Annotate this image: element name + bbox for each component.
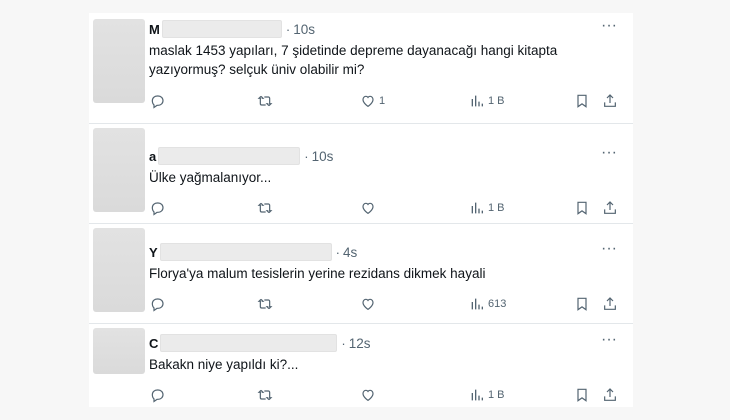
share-icon — [604, 297, 616, 310]
retweet-icon — [257, 95, 273, 107]
tweet-text: Ülke yağmalanıyor... — [149, 170, 272, 185]
tweet-3[interactable]: Y · 4s ··· Florya'ya malum tesislerin ye… — [89, 224, 633, 323]
tweet-text: maslak 1453 yapıları, 7 şidetinde deprem… — [149, 43, 558, 77]
views-button[interactable]: 1 B — [469, 91, 505, 111]
retweet-button[interactable] — [257, 294, 273, 314]
reply-icon — [151, 298, 164, 312]
like-button[interactable]: 1 — [360, 91, 385, 111]
views-button[interactable]: 1 B — [469, 385, 505, 405]
reply-button[interactable] — [149, 385, 165, 405]
like-count: 1 — [379, 95, 386, 107]
bookmark-icon — [577, 94, 587, 108]
redacted-author-name — [159, 243, 332, 261]
tweet-header: M · 10s — [149, 20, 315, 38]
tweet-time[interactable]: 10s — [293, 22, 315, 37]
share-icon — [604, 94, 616, 107]
tweet-actions: 1 B — [89, 385, 633, 405]
share-button[interactable] — [602, 294, 618, 314]
tweet-text: Bakakn niye yapıldı ki?... — [149, 357, 299, 372]
tweet-text: Florya'ya malum tesislerin yerine rezida… — [149, 266, 486, 281]
retweet-button[interactable] — [257, 198, 273, 218]
author-initial[interactable]: Y — [149, 245, 158, 260]
retweet-icon — [257, 389, 273, 401]
view-count: 1 B — [488, 95, 505, 107]
redacted-author-name — [160, 334, 338, 352]
reply-timeline: M · 10s ··· maslak 1453 yapıları, 7 şide… — [89, 13, 633, 407]
view-count: 1 B — [488, 202, 505, 214]
reply-icon — [151, 95, 164, 109]
views-chart-icon — [471, 298, 483, 310]
share-icon — [604, 201, 616, 214]
more-icon[interactable]: ··· — [601, 331, 617, 349]
bookmark-button[interactable] — [574, 91, 590, 111]
tweet-actions: 1 B — [89, 198, 633, 218]
separator-dot: · — [304, 148, 309, 164]
author-initial[interactable]: a — [149, 149, 156, 164]
more-icon[interactable]: ··· — [601, 240, 617, 258]
author-initial[interactable]: C — [149, 336, 158, 351]
bookmark-button[interactable] — [574, 198, 590, 218]
redacted-author-name — [161, 20, 282, 38]
like-button[interactable] — [360, 385, 379, 405]
separator-dot: · — [285, 21, 291, 37]
view-count: 1 B — [488, 389, 505, 401]
retweet-button[interactable] — [257, 385, 273, 405]
heart-icon — [362, 389, 374, 402]
heart-icon — [362, 202, 374, 215]
separator-dot: · — [335, 244, 341, 260]
tweet-4[interactable]: C · 12s ··· Bakakn niye yapıldı ki?... 1… — [89, 324, 633, 407]
tweet-actions: 1 1 B — [89, 91, 633, 111]
bookmark-icon — [577, 297, 587, 311]
more-icon[interactable]: ··· — [601, 144, 617, 162]
like-button[interactable] — [360, 198, 379, 218]
share-icon — [604, 388, 616, 401]
bookmark-button[interactable] — [574, 294, 590, 314]
reply-button[interactable] — [149, 294, 165, 314]
views-chart-icon — [471, 202, 483, 214]
redacted-author-name — [158, 147, 301, 165]
tweet-header: a · 10s — [149, 147, 333, 165]
separator-dot: · — [341, 335, 346, 351]
views-button[interactable]: 613 — [469, 294, 506, 314]
reply-button[interactable] — [149, 198, 165, 218]
retweet-icon — [257, 298, 273, 310]
author-initial[interactable]: M — [149, 22, 160, 37]
reply-icon — [151, 389, 164, 403]
reply-icon — [151, 202, 164, 216]
share-button[interactable] — [602, 198, 618, 218]
like-button[interactable] — [360, 294, 379, 314]
tweet-time[interactable]: 10s — [312, 149, 334, 164]
tweet-time[interactable]: 12s — [349, 336, 371, 351]
more-icon[interactable]: ··· — [601, 17, 617, 35]
share-button[interactable] — [602, 385, 618, 405]
tweet-actions: 613 — [89, 294, 633, 314]
heart-icon — [362, 95, 374, 108]
bookmark-icon — [577, 201, 587, 215]
views-chart-icon — [471, 95, 483, 107]
views-button[interactable]: 1 B — [469, 198, 505, 218]
reply-button[interactable] — [149, 91, 165, 111]
tweet-time[interactable]: 4s — [343, 245, 357, 260]
retweet-button[interactable] — [257, 91, 273, 111]
bookmark-button[interactable] — [574, 385, 590, 405]
share-button[interactable] — [602, 91, 618, 111]
views-chart-icon — [471, 389, 483, 401]
bookmark-icon — [577, 388, 587, 402]
avatar[interactable] — [93, 328, 145, 374]
tweet-1[interactable]: M · 10s ··· maslak 1453 yapıları, 7 şide… — [89, 13, 633, 123]
tweet-header: C · 12s — [149, 334, 371, 352]
retweet-icon — [257, 202, 273, 214]
heart-icon — [362, 298, 374, 311]
view-count: 613 — [488, 298, 507, 310]
tweet-header: Y · 4s — [149, 243, 357, 261]
tweet-2[interactable]: a · 10s ··· Ülke yağmalanıyor... 1 B — [89, 124, 633, 223]
